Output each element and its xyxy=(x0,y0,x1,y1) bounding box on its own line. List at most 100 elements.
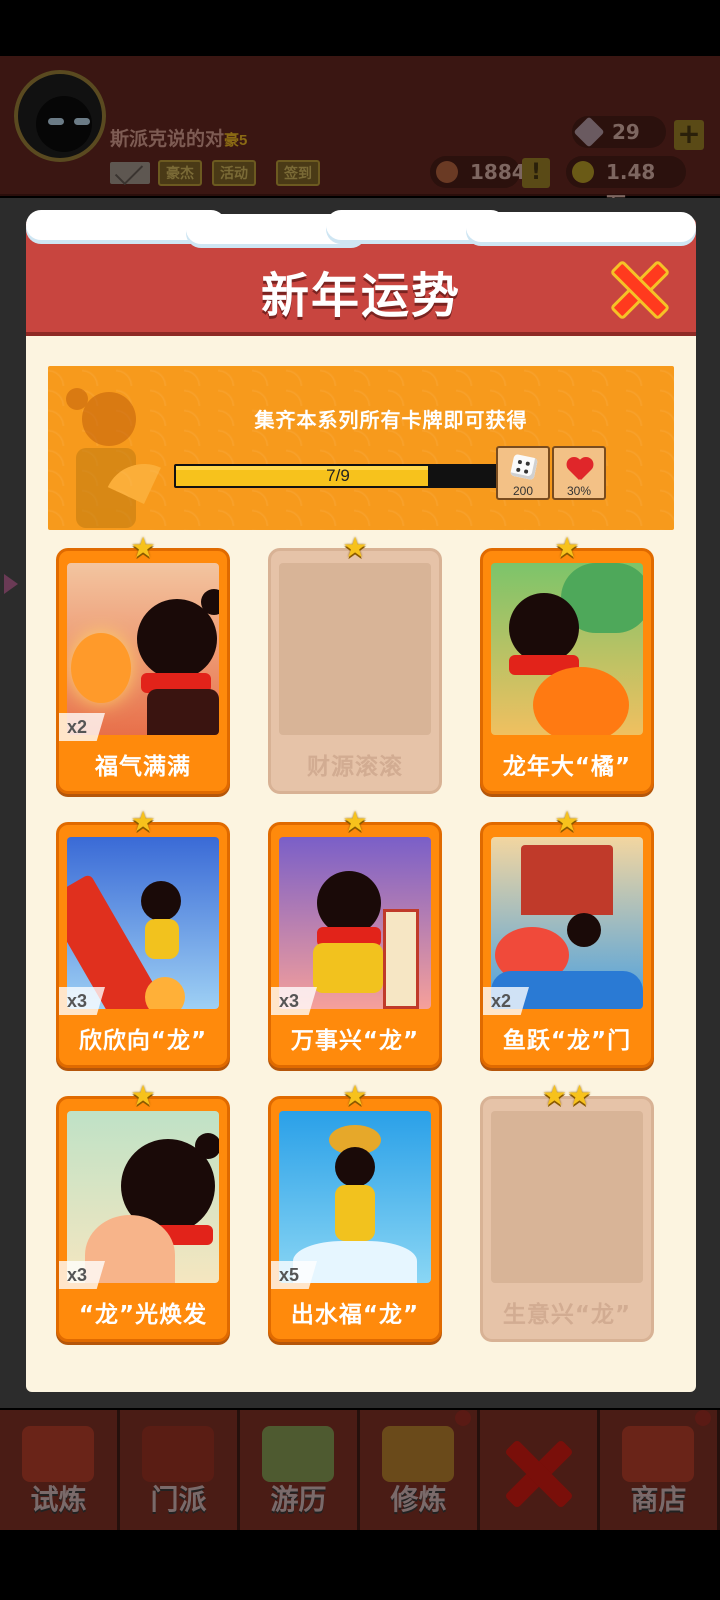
mail-icon[interactable] xyxy=(110,162,150,184)
card-count: x2 xyxy=(483,987,529,1015)
avatar-eye xyxy=(74,118,90,125)
card-art xyxy=(67,1111,219,1283)
ticket-icon xyxy=(436,161,458,183)
dialog-title: 新年运势 xyxy=(260,268,461,324)
alert-icon[interactable]: ! xyxy=(522,158,550,188)
notification-dot xyxy=(455,1410,471,1426)
card-frame: x3 欣欣向“龙” xyxy=(56,822,230,1068)
figure-body xyxy=(313,943,383,993)
trial-icon xyxy=(22,1426,94,1482)
card-art xyxy=(67,837,219,1009)
star-icon: ★ xyxy=(554,531,580,564)
rocket-flame xyxy=(145,977,185,1009)
nav-item-trial[interactable]: 试炼 xyxy=(0,1410,120,1530)
card-art xyxy=(279,837,431,1009)
card-name: 欣欣向“龙” xyxy=(78,1028,208,1054)
card-chushui[interactable]: x5 出水福“龙” ★ xyxy=(268,1082,442,1344)
card-count: x2 xyxy=(59,713,105,741)
card-name: 万事兴“龙” xyxy=(290,1028,420,1054)
card-shengyi[interactable]: 生意兴“龙” ★★ xyxy=(480,1082,654,1344)
close-button[interactable] xyxy=(608,258,672,322)
points-counter: 1884 xyxy=(430,156,526,188)
system-nav-bar xyxy=(0,1530,720,1600)
reward-heart[interactable]: 30% xyxy=(552,446,606,500)
sect-icon xyxy=(142,1426,214,1482)
card-name: 鱼跃“龙”门 xyxy=(502,1028,632,1054)
star-icon: ★ xyxy=(554,805,580,838)
card-yuyue[interactable]: x2 鱼跃“龙”门 ★ xyxy=(480,808,654,1070)
collection-progress-bar: 7/9 xyxy=(174,464,502,488)
reward-dice[interactable]: 200 xyxy=(496,446,550,500)
nav-item-close[interactable] xyxy=(480,1410,600,1530)
card-count: x3 xyxy=(271,987,317,1015)
nav-item-travel[interactable]: 游历 xyxy=(240,1410,360,1530)
coins-counter: 1.48万 xyxy=(566,156,686,216)
player-avatar[interactable] xyxy=(14,70,106,162)
avatar-eye xyxy=(48,118,64,125)
star-icon: ★ xyxy=(342,805,368,838)
heart-icon xyxy=(566,458,594,480)
card-art xyxy=(67,563,219,735)
heroes-button[interactable]: 豪杰 xyxy=(158,160,202,186)
add-gems-button[interactable]: + xyxy=(674,120,704,150)
card-name: 龙年大“橘” xyxy=(502,754,632,780)
card-name: 福气满满 xyxy=(95,754,191,780)
card-frame: x2 鱼跃“龙”门 xyxy=(480,822,654,1068)
card-longguang[interactable]: x3 “龙”光焕发 ★ xyxy=(56,1082,230,1344)
card-name: 出水福“龙” xyxy=(290,1302,420,1328)
card-art-locked xyxy=(491,1111,643,1283)
side-expand-icon[interactable] xyxy=(4,574,18,594)
nav-item-shop[interactable]: 商店 xyxy=(600,1410,720,1530)
nav-label: 游历 xyxy=(270,1483,327,1516)
nav-label: 门派 xyxy=(150,1483,207,1516)
gate-icon xyxy=(521,845,613,915)
card-fuqi[interactable]: x2 福气满满 ★ xyxy=(56,534,230,796)
checkin-button[interactable]: 签到 xyxy=(276,160,320,186)
reward-banner: 集齐本系列所有卡牌即可获得 7/9 200 30% xyxy=(48,366,674,530)
lantern-icon xyxy=(71,633,131,703)
card-frame: 龙年大“橘” xyxy=(480,548,654,794)
card-art xyxy=(491,837,643,1009)
hero-rank: 豪5 xyxy=(224,132,248,149)
figure-head xyxy=(509,593,579,663)
new-year-fortune-dialog: 新年运势 集齐本系列所有卡牌即可获得 7/9 200 30% x2 福气满满 ★… xyxy=(26,210,696,1392)
bottom-nav: 试炼 门派 游历 修炼 商店 xyxy=(0,1410,720,1530)
card-art xyxy=(491,563,643,735)
card-xinxin[interactable]: x3 欣欣向“龙” ★ xyxy=(56,808,230,1070)
coin-icon xyxy=(572,161,594,183)
figure-head xyxy=(567,913,601,947)
card-frame: x3 “龙”光焕发 xyxy=(56,1096,230,1342)
card-longnian[interactable]: 龙年大“橘” ★ xyxy=(480,534,654,796)
shop-icon xyxy=(622,1426,694,1482)
card-name: 生意兴“龙” xyxy=(502,1302,632,1328)
figure-head xyxy=(141,881,181,921)
events-button[interactable]: 活动 xyxy=(212,160,256,186)
card-caiyuan[interactable]: 财源滚滚 ★ xyxy=(268,534,442,796)
card-frame: 生意兴“龙” xyxy=(480,1096,654,1342)
close-icon xyxy=(492,1434,582,1514)
dice-icon xyxy=(509,453,539,481)
nav-item-cultivate[interactable]: 修炼 xyxy=(360,1410,480,1530)
dialog-header: 新年运势 xyxy=(26,210,696,336)
star-icon: ★★ xyxy=(541,1079,593,1112)
nav-label: 商店 xyxy=(630,1483,687,1516)
card-name: “龙”光焕发 xyxy=(78,1302,208,1328)
notification-dot xyxy=(695,1410,711,1426)
figure-head xyxy=(317,871,381,935)
card-frame: 财源滚滚 xyxy=(268,548,442,794)
card-art-locked xyxy=(279,563,431,735)
player-name: 斯派克说的对豪5 xyxy=(110,129,248,150)
banner-text: 集齐本系列所有卡牌即可获得 xyxy=(254,408,528,432)
hair-bun xyxy=(195,1133,219,1159)
star-icon: ★ xyxy=(342,1079,368,1112)
status-bar xyxy=(0,0,720,56)
nav-item-sect[interactable]: 门派 xyxy=(120,1410,240,1530)
figure-head xyxy=(335,1147,375,1187)
figure-body xyxy=(335,1185,375,1241)
progress-label: 7/9 xyxy=(326,466,350,485)
card-count: x3 xyxy=(59,987,105,1015)
card-wanshi[interactable]: x3 万事兴“龙” ★ xyxy=(268,808,442,1070)
card-art xyxy=(279,1111,431,1283)
card-name: 财源滚滚 xyxy=(307,754,403,780)
card-frame: x5 出水福“龙” xyxy=(268,1096,442,1342)
